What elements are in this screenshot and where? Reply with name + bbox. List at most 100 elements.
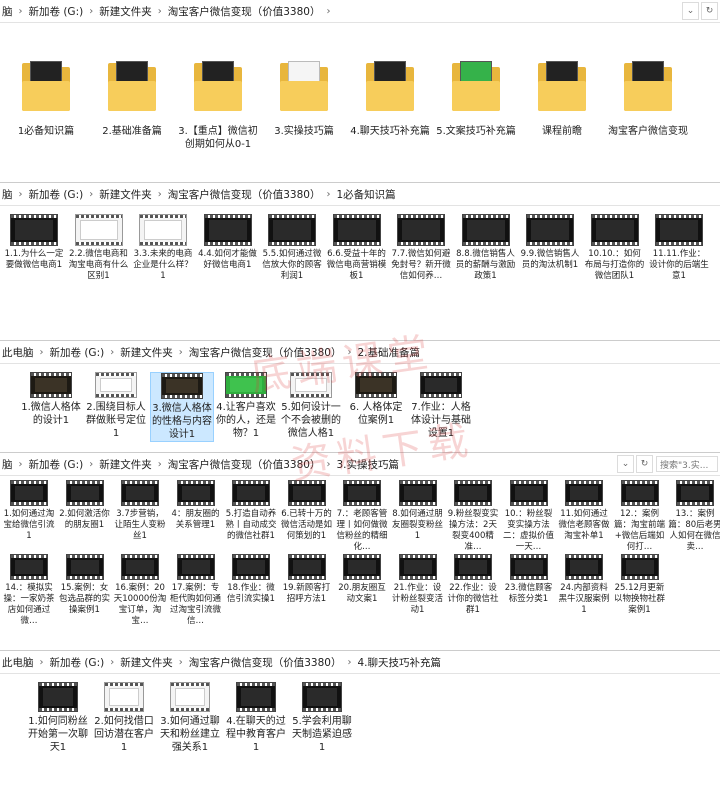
dropdown-icon[interactable]: ⌄ [617,455,634,473]
video-file-item[interactable]: 21.作业：设计粉丝裂变活动1 [391,554,445,616]
breadcrumb-current[interactable]: 4.聊天技巧补充篇 [357,655,441,670]
video-file-item[interactable]: 4.让客户喜欢你的人，还是物？1 [215,372,277,440]
video-thumbnail-icon [232,554,270,580]
breadcrumb-course[interactable]: 淘宝客户微信变现（价值3380） [168,4,321,19]
video-file-item[interactable]: 11.如何通过微信老顾客做淘宝补单1 [557,480,611,542]
explorer-window-4: 此电脑 › 新加卷 (G:) › 新建文件夹 › 淘宝客户微信变现（价值3380） ›… [0,650,720,788]
video-file-item[interactable]: 8.如何通过朋友圈裂变粉丝1 [391,480,445,542]
video-file-item[interactable]: 20.朋友圈互动文案1 [335,554,389,605]
breadcrumb-course[interactable]: 淘宝客户微信变现（价值3380） [168,457,321,472]
video-file-item[interactable]: 1.如何同粉丝开始第一次聊天1 [28,682,88,754]
video-file-item[interactable]: 2.围绕目标人群做账号定位1 [85,372,147,440]
breadcrumb-folder[interactable]: 新建文件夹 [99,457,152,472]
breadcrumb[interactable]: 新加卷 (G:) › 新建文件夹 › 淘宝客户微信变现（价值3380） › [29,4,337,19]
address-bar[interactable]: 脑 › 新加卷 (G:) › 新建文件夹 › 淘宝客户微信变现（价值3380） › 1… [0,183,720,206]
explorer-window-2: 此电脑 › 新加卷 (G:) › 新建文件夹 › 淘宝客户微信变现（价值3380） ›… [0,340,720,453]
folder-item[interactable]: 3.【重点】微信初创期如何从0-1 [178,41,258,151]
address-bar[interactable]: 脑 › 新加卷 (G:) › 新建文件夹 › 淘宝客户微信变现（价值3380） › 3… [0,453,720,476]
address-bar[interactable]: 此电脑 › 新加卷 (G:) › 新建文件夹 › 淘宝客户微信变现（价值3380） ›… [0,341,720,364]
video-file-item[interactable]: 16.案例：20天10000份淘宝订单，淘宝… [113,554,167,627]
folder-item[interactable]: 1必备知识篇 [6,41,86,138]
folder-item[interactable]: 淘宝客户微信变现 [608,41,688,138]
breadcrumb-drive[interactable]: 新加卷 (G:) [50,655,105,670]
video-file-item[interactable]: 2.如何激活你的朋友圈1 [58,480,112,531]
file-name-label: 8.8.微信销售人员的薪酬与激励政策1 [455,249,516,281]
breadcrumb-folder[interactable]: 新建文件夹 [120,345,173,360]
video-file-item[interactable]: 3.3.未来的电商企业是什么样？1 [133,214,193,282]
video-file-item[interactable]: 14.：模拟实操：一家奶茶店如何通过微… [2,554,56,627]
video-file-item[interactable]: 15.案例：女包选品群的实操案例1 [58,554,112,616]
video-file-item[interactable]: 4：朋友圈的关系管理1 [169,480,223,531]
breadcrumb-drive[interactable]: 新加卷 (G:) [29,457,84,472]
video-file-item[interactable]: 23.微信顾客标签分类1 [502,554,556,605]
breadcrumb-course[interactable]: 淘宝客户微信变现（价值3380） [189,345,342,360]
folder-item[interactable]: 课程前瞻 [522,41,602,138]
video-file-item[interactable]: 8.8.微信销售人员的薪酬与激励政策1 [456,214,516,282]
video-file-item[interactable]: 9.9.微信销售人员的淘汰机制1 [520,214,580,271]
breadcrumb-drive[interactable]: 新加卷 (G:) [50,345,105,360]
video-file-item[interactable]: 22.作业：设计你的微信社群1 [446,554,500,616]
breadcrumb-folder[interactable]: 新建文件夹 [99,4,152,19]
video-thumbnail-icon [38,682,78,712]
video-file-item[interactable]: 17.案例：专柜代购如何通过淘宝引流微信… [169,554,223,627]
video-file-item[interactable]: 3.7步营销，让陌生人变粉丝1 [113,480,167,542]
video-file-item[interactable]: 4.4.如何才能做好微信电商1 [198,214,258,271]
video-file-item[interactable]: 7.：老顾客管理丨如何做微信粉丝的精细化… [335,480,389,553]
dropdown-icon[interactable]: ⌄ [682,2,699,20]
video-file-item[interactable]: 18.作业：微信引流实操1 [224,554,278,605]
search-input[interactable]: 搜索"3.实... [656,456,718,472]
video-file-item[interactable]: 12.：案例篇：淘宝前端+微信后端如何打… [613,480,667,553]
video-file-item[interactable]: 5.5.如何通过微信放大你的顾客利润1 [262,214,322,282]
breadcrumb-drive[interactable]: 新加卷 (G:) [29,187,84,202]
video-file-item[interactable]: 3.如何通过聊天和粉丝建立强关系1 [160,682,220,754]
breadcrumb-course[interactable]: 淘宝客户微信变现（价值3380） [168,187,321,202]
video-thumbnail-icon [590,214,639,246]
breadcrumb-folder[interactable]: 新建文件夹 [99,187,152,202]
video-file-item[interactable]: 6. 人格体定位案例1 [345,372,407,427]
video-file-item[interactable]: 6.已转十万的微信活动是如何策划的1 [280,480,334,542]
refresh-icon[interactable]: ↻ [701,2,718,20]
video-file-item[interactable]: 1.微信人格体的设计1 [20,372,82,427]
video-file-item[interactable]: 3.微信人格体的性格与内容设计1 [150,372,214,442]
video-file-item[interactable]: 6.6.受益十年的微信电商营销模板1 [327,214,387,282]
file-name-label: 4.让客户喜欢你的人，还是物？1 [216,402,276,439]
breadcrumb-current[interactable]: 2.基础准备篇 [357,345,420,360]
folder-item[interactable]: 3.实操技巧篇 [264,41,344,138]
video-file-item[interactable]: 7.作业：人格体设计与基础设置1 [410,372,472,440]
folder-item[interactable]: 4.聊天技巧补充篇 [350,41,430,138]
video-file-item[interactable]: 24.内部资料黑牛汉服案例1 [557,554,611,616]
video-file-item[interactable]: 2.如何找借口回访潜在客户1 [94,682,154,754]
breadcrumb-drive[interactable]: 新加卷 (G:) [29,4,84,19]
breadcrumb-folder[interactable]: 新建文件夹 [120,655,173,670]
video-thumbnail-icon [176,554,215,580]
video-file-item[interactable]: 5.打造自动养熟丨自动成交的微信社群1 [224,480,278,542]
breadcrumb-current[interactable]: 3.实操技巧篇 [336,457,399,472]
video-thumbnail-icon [461,214,510,246]
folder-item[interactable]: 5.文案技巧补充篇 [436,41,516,138]
path-lead: 此电脑 [2,656,34,669]
video-file-item[interactable]: 25.12月更新以物换物社群案例1 [613,554,667,616]
video-thumbnail-icon [74,214,123,246]
video-file-item[interactable]: 1.如何通过淘宝给微信引流1 [2,480,56,542]
video-file-item[interactable]: 4.在聊天的过程中教育客户1 [226,682,286,754]
refresh-icon[interactable]: ↻ [636,455,653,473]
breadcrumb-current[interactable]: 1必备知识篇 [336,187,395,202]
video-file-item[interactable]: 2.2.微信电商和淘宝电商有什么区别1 [69,214,129,282]
video-file-item[interactable]: 11.11.作业：设计你的后端生意1 [649,214,709,282]
folder-item[interactable]: 2.基础准备篇 [92,41,172,138]
video-file-item[interactable]: 10.10.：如何布局与打造你的微信团队1 [585,214,645,282]
video-file-item[interactable]: 13.：案例篇：80后老男人如何在微信卖… [668,480,720,553]
video-file-item[interactable]: 1.1.为什么一定要做微信电商1 [4,214,64,271]
video-file-item[interactable]: 10.：粉丝裂变实操方法二：虚拟价值一天… [502,480,556,553]
breadcrumb-course[interactable]: 淘宝客户微信变现（价值3380） [189,655,342,670]
video-file-item[interactable]: 5.如何设计一个不会被删的微信人格1 [280,372,342,440]
address-bar[interactable]: 此电脑 › 新加卷 (G:) › 新建文件夹 › 淘宝客户微信变现（价值3380） ›… [0,651,720,674]
file-name-label: 5.如何设计一个不会被删的微信人格1 [281,402,341,439]
video-file-item[interactable]: 7.7.微信如何避免封号？新开微信如何养… [391,214,451,282]
video-file-item[interactable]: 5.学会利用聊天制造紧迫感1 [292,682,352,754]
video-thumbnail-icon [397,214,445,246]
video-file-item[interactable]: 19.新顾客打招呼方法1 [280,554,334,605]
video-file-item[interactable]: 9.粉丝裂变实操方法：2天裂变400精准… [446,480,500,553]
address-bar[interactable]: 脑 › 新加卷 (G:) › 新建文件夹 › 淘宝客户微信变现（价值3380） › ⌄… [0,0,720,23]
file-name-label: 7.：老顾客管理丨如何做微信粉丝的精细化… [336,509,388,552]
